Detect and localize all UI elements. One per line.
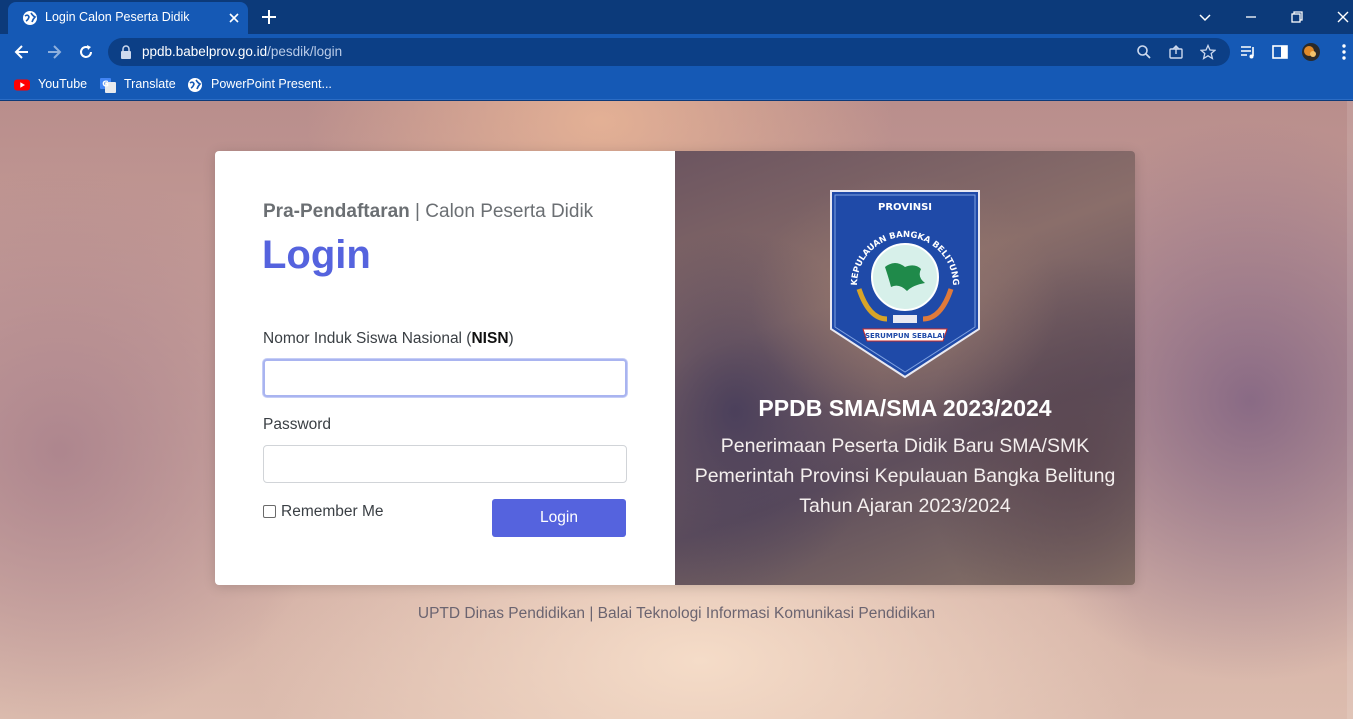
login-card: Pra-Pendaftaran | Calon Peserta Didik Lo… bbox=[215, 151, 1135, 585]
bookmark-star-icon[interactable] bbox=[1200, 44, 1216, 60]
minimize-icon[interactable] bbox=[1241, 7, 1261, 27]
close-window-icon[interactable] bbox=[1333, 7, 1353, 27]
url-path: /pesdik/login bbox=[267, 44, 343, 59]
new-tab-icon[interactable] bbox=[260, 8, 278, 26]
more-menu-icon[interactable] bbox=[1334, 42, 1353, 62]
browser-tab-active[interactable]: Login Calon Peserta Didik bbox=[8, 2, 248, 34]
remember-me-label[interactable]: Remember Me bbox=[281, 503, 384, 521]
bookmarks-bar: YouTube G Translate PowerPoint Present..… bbox=[0, 70, 1353, 100]
subtitle-rest: | Calon Peserta Didik bbox=[409, 201, 594, 222]
page-background: Pra-Pendaftaran | Calon Peserta Didik Lo… bbox=[0, 101, 1353, 719]
tab-search-chevron-icon[interactable] bbox=[1195, 7, 1215, 27]
forward-icon[interactable] bbox=[44, 42, 64, 62]
nisn-input[interactable] bbox=[263, 359, 627, 397]
side-panel-icon[interactable] bbox=[1270, 42, 1290, 62]
subtitle-bold: Pra-Pendaftaran bbox=[263, 201, 410, 222]
remember-me-checkbox[interactable] bbox=[263, 505, 276, 518]
svg-text:G: G bbox=[102, 80, 109, 89]
banner-line-3: Tahun Ajaran 2023/2024 bbox=[799, 495, 1011, 517]
tab-strip: Login Calon Peserta Didik bbox=[0, 0, 1353, 34]
lock-icon[interactable] bbox=[120, 45, 132, 59]
tab-title: Login Calon Peserta Didik bbox=[45, 10, 190, 24]
close-tab-icon[interactable] bbox=[226, 10, 242, 26]
bookmark-label: Translate bbox=[124, 77, 176, 91]
nisn-label-bold: NISN bbox=[471, 330, 509, 347]
banner-line-2: Pemerintah Provinsi Kepulauan Bangka Bel… bbox=[694, 465, 1116, 487]
bookmark-translate[interactable]: G Translate bbox=[100, 76, 176, 94]
globe-icon bbox=[23, 11, 37, 25]
address-bar[interactable]: ppdb.babelprov.go.id/pesdik/login bbox=[108, 38, 1230, 66]
banner-title: PPDB SMA/SMA 2023/2024 bbox=[758, 395, 1052, 421]
remember-me[interactable]: Remember Me bbox=[263, 503, 403, 521]
form-subtitle: Pra-Pendaftaran | Calon Peserta Didik bbox=[263, 201, 593, 223]
nisn-label: Nomor Induk Siswa Nasional (NISN) bbox=[263, 330, 514, 348]
search-icon[interactable] bbox=[1136, 44, 1152, 60]
bookmark-youtube[interactable]: YouTube bbox=[14, 76, 88, 94]
media-queue-icon[interactable] bbox=[1238, 42, 1258, 62]
nisn-label-post: ) bbox=[508, 330, 514, 347]
globe-icon bbox=[188, 78, 202, 92]
reload-icon[interactable] bbox=[76, 42, 96, 62]
page-title: Login bbox=[262, 233, 371, 277]
profile-avatar-icon[interactable] bbox=[1301, 42, 1321, 62]
scrollbar[interactable] bbox=[1347, 101, 1353, 719]
share-icon[interactable] bbox=[1168, 44, 1184, 60]
page-footer: UPTD Dinas Pendidikan | Balai Teknologi … bbox=[417, 605, 936, 622]
url-text: ppdb.babelprov.go.id/pesdik/login bbox=[142, 44, 342, 59]
password-input[interactable] bbox=[263, 445, 627, 483]
login-form-panel: Pra-Pendaftaran | Calon Peserta Didik Lo… bbox=[215, 151, 675, 585]
emblem-top-text: PROVINSI bbox=[878, 202, 932, 213]
url-host: ppdb.babelprov.go.id bbox=[142, 44, 268, 59]
browser-toolbar: ppdb.babelprov.go.id/pesdik/login bbox=[0, 34, 1353, 70]
login-button[interactable]: Login bbox=[492, 499, 626, 537]
bookmark-label: PowerPoint Present... bbox=[211, 77, 332, 91]
back-icon[interactable] bbox=[12, 42, 32, 62]
translate-icon: G bbox=[100, 78, 116, 93]
emblem-ribbon-text: SERUMPUN SEBALAI bbox=[865, 332, 945, 340]
password-label: Password bbox=[263, 416, 332, 433]
bookmark-powerpoint[interactable]: PowerPoint Present... bbox=[187, 76, 332, 94]
province-emblem-logo: PROVINSI KEPULAUAN BANGKA BELITUNG SERUM… bbox=[830, 190, 980, 379]
restore-icon[interactable] bbox=[1287, 7, 1307, 27]
youtube-icon bbox=[14, 79, 30, 91]
banner-line-1: Penerimaan Peserta Didik Baru SMA/SMK bbox=[720, 435, 1090, 457]
nisn-label-pre: Nomor Induk Siswa Nasional ( bbox=[263, 330, 472, 347]
info-banner-panel: PROVINSI KEPULAUAN BANGKA BELITUNG SERUM… bbox=[675, 151, 1135, 585]
bookmark-label: YouTube bbox=[38, 77, 88, 91]
